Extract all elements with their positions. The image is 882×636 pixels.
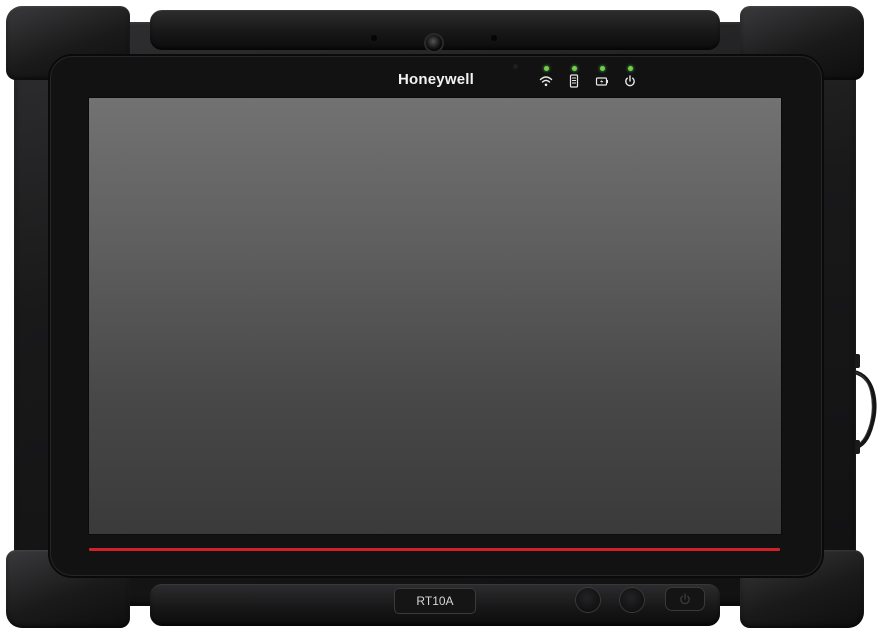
power-icon bbox=[625, 75, 635, 87]
touch-screen[interactable] bbox=[88, 97, 782, 535]
ambient-light-sensor bbox=[513, 64, 518, 69]
wifi-icon bbox=[539, 76, 553, 87]
wifi-led bbox=[544, 66, 549, 71]
top-sensor-right bbox=[491, 35, 497, 41]
camera-icon bbox=[426, 35, 442, 51]
power-led bbox=[628, 66, 633, 71]
rugged-tablet: Honeywell RT10A bbox=[0, 0, 882, 636]
top-sensor-left bbox=[371, 35, 377, 41]
storage-icon bbox=[569, 74, 579, 88]
power-button[interactable] bbox=[666, 588, 704, 610]
storage-led bbox=[572, 66, 577, 71]
brand-logo: Honeywell bbox=[398, 71, 474, 88]
hardware-button-right[interactable] bbox=[620, 588, 644, 612]
battery-led bbox=[600, 66, 605, 71]
hardware-button-left[interactable] bbox=[576, 588, 600, 612]
battery-charging-icon bbox=[595, 77, 608, 86]
accent-stripe bbox=[89, 548, 780, 551]
model-label: RT10A bbox=[395, 589, 475, 613]
power-button-icon bbox=[680, 593, 690, 605]
